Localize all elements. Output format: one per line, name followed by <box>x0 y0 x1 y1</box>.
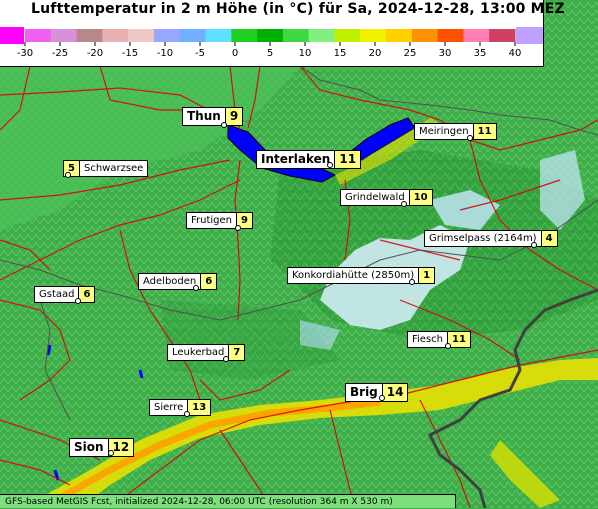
scale-tick-label: -10 <box>157 48 173 59</box>
location-name: Meiringen <box>414 123 474 140</box>
scale-cap-low <box>0 27 24 44</box>
scale-bin <box>128 29 155 42</box>
scale-bin <box>153 29 181 42</box>
location-marker <box>108 450 114 456</box>
location-label: Gstaad 6 <box>34 286 96 303</box>
location-label: Schwarzsee 5 <box>63 160 149 177</box>
location-name: Frutigen <box>186 212 238 229</box>
location-marker <box>327 162 333 168</box>
location-marker <box>75 298 81 304</box>
scale-tick-label: 25 <box>404 48 417 59</box>
location-name: Sierre <box>149 399 189 416</box>
location-name: Leukerbad <box>167 344 230 361</box>
color-scale: -30 -25 -20 -15 -10 -5 0 5 10 15 20 25 30 35 40 <box>0 0 543 66</box>
location-label: Meiringen 11 <box>414 123 497 140</box>
location-label: Interlaken 11 <box>256 150 362 169</box>
scale-bin <box>437 29 464 42</box>
scale-bin <box>231 29 258 42</box>
location-name: Adelboden <box>138 273 202 290</box>
location-name: Sion <box>69 438 109 457</box>
location-name: Konkordiahütte (2850m) <box>287 267 420 284</box>
scale-tick-label: 10 <box>299 48 312 59</box>
location-label: Brig 14 <box>345 383 409 402</box>
scale-bin <box>205 29 232 42</box>
location-temperature: 11 <box>335 150 362 169</box>
location-name: Fiesch <box>407 331 449 348</box>
location-name: Interlaken <box>256 150 336 169</box>
location-label: Leukerbad 7 <box>167 344 246 361</box>
scale-tick-label: 40 <box>509 48 522 59</box>
scale-bin <box>360 29 387 42</box>
location-marker <box>184 411 190 417</box>
location-name: Gstaad <box>34 286 80 303</box>
location-temperature: 14 <box>382 383 409 402</box>
location-temperature: 6 <box>79 286 96 303</box>
scale-bin <box>25 29 52 42</box>
location-marker <box>379 395 385 401</box>
scale-tick-label: -20 <box>87 48 103 59</box>
location-label: Grimselpass (2164m) 4 <box>424 230 558 247</box>
location-temperature: 6 <box>201 273 218 290</box>
location-temperature: 13 <box>188 399 212 416</box>
scale-bin <box>102 29 129 42</box>
scale-bin <box>386 29 413 42</box>
location-marker <box>445 343 451 349</box>
location-marker <box>221 122 227 128</box>
scale-bin <box>179 29 207 42</box>
location-label: Adelboden 6 <box>138 273 218 290</box>
location-label: Thun 9 <box>182 107 244 126</box>
location-label: Fiesch 11 <box>407 331 471 348</box>
scale-tick-label: -5 <box>195 48 205 59</box>
scale-tick-label: -15 <box>122 48 138 59</box>
location-marker <box>531 242 537 248</box>
temperature-map <box>0 0 598 508</box>
scale-tick-label: 15 <box>334 48 347 59</box>
location-marker <box>409 279 415 285</box>
location-marker <box>235 225 241 231</box>
location-label: Sion 12 <box>69 438 135 457</box>
scale-bin <box>463 29 490 42</box>
location-temperature: 4 <box>541 230 558 247</box>
scale-tick-label: 5 <box>267 48 273 59</box>
location-name: Grimselpass (2164m) <box>424 230 542 247</box>
scale-bin <box>411 29 439 42</box>
scale-tick-label: 0 <box>232 48 238 59</box>
legend-header: Lufttemperatur in 2 m Höhe (in °C) für S… <box>0 0 565 67</box>
location-label: Grindelwald 10 <box>340 189 433 206</box>
scale-bin <box>308 29 335 42</box>
forecast-footer: GFS-based MetGIS Fcst, initialized 2024-… <box>0 494 456 508</box>
scale-tick-label: 20 <box>369 48 382 59</box>
scale-tick-label: -30 <box>17 48 33 59</box>
location-marker <box>401 201 407 207</box>
location-label: Frutigen 9 <box>186 212 253 229</box>
color-scale-bar: -30 -25 -20 -15 -10 -5 0 5 10 15 20 25 30 35 40 <box>0 27 543 59</box>
location-temperature: 11 <box>448 331 471 348</box>
location-temperature: 9 <box>225 107 244 126</box>
scale-bin <box>282 29 310 42</box>
location-name: Brig <box>345 383 383 402</box>
scale-tick-label: 35 <box>474 48 487 59</box>
location-name: Schwarzsee <box>79 160 149 177</box>
location-temperature: 7 <box>229 344 246 361</box>
scale-bin <box>489 29 516 42</box>
scale-tick-label: -25 <box>52 48 68 59</box>
scale-tick-label: 30 <box>439 48 452 59</box>
location-name: Grindelwald <box>340 189 410 206</box>
scale-bin <box>257 29 284 42</box>
location-marker <box>65 172 71 178</box>
location-marker <box>467 135 473 141</box>
scale-cap-high <box>516 27 543 44</box>
location-temperature: 10 <box>409 189 433 206</box>
scale-bin <box>50 29 78 42</box>
location-marker <box>193 285 199 291</box>
scale-bin <box>76 29 103 42</box>
location-label: Sierre 13 <box>149 399 212 416</box>
location-marker <box>223 356 229 362</box>
location-name: Thun <box>182 107 226 126</box>
scale-bin <box>334 29 361 42</box>
location-temperature: 11 <box>473 123 497 140</box>
location-temperature: 1 <box>419 267 436 284</box>
